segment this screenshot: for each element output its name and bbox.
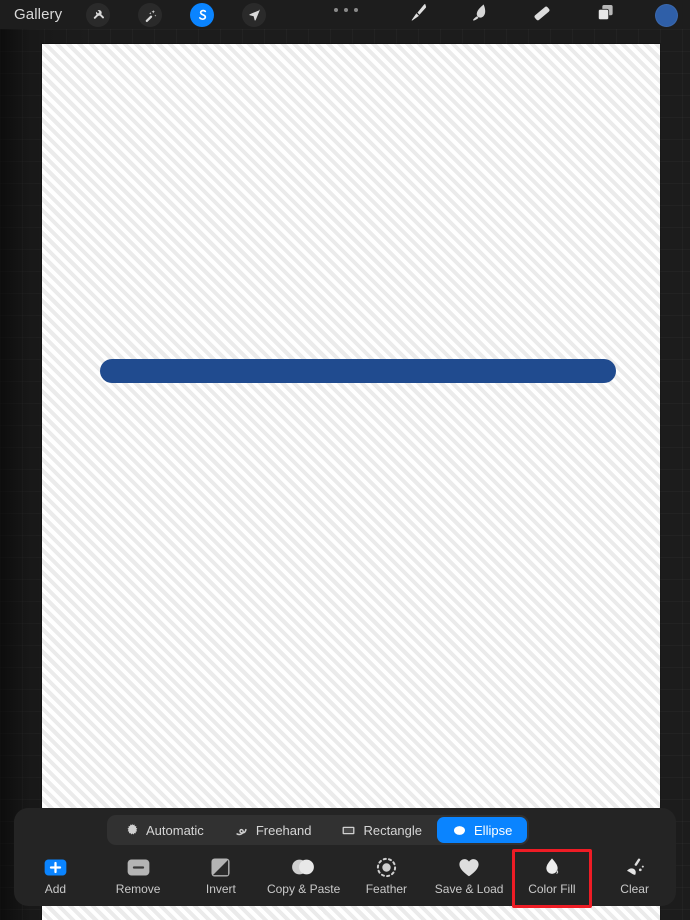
minus-square-icon xyxy=(125,856,151,878)
paint-drop-icon xyxy=(539,856,565,878)
action-invert-label: Invert xyxy=(205,882,236,896)
selection-mode-rectangle[interactable]: Rectangle xyxy=(326,817,437,843)
actions-tool-button[interactable] xyxy=(86,3,110,27)
action-color-fill-label: Color Fill xyxy=(528,882,576,896)
action-color-fill[interactable]: Color Fill xyxy=(511,849,594,908)
paint-tool-button[interactable] xyxy=(404,2,432,28)
eraser-icon xyxy=(531,2,553,29)
rectangle-icon xyxy=(341,823,356,838)
layers-button[interactable] xyxy=(591,2,619,28)
smudge-tool-button[interactable] xyxy=(466,2,494,28)
selection-actions-row: Add Remove Invert Copy & Paste Feather S… xyxy=(14,849,676,908)
selection-mode-rectangle-label: Rectangle xyxy=(363,822,423,838)
gallery-button[interactable]: Gallery xyxy=(14,5,62,24)
dot xyxy=(344,8,348,12)
ellipse-icon xyxy=(452,823,467,838)
action-add-label: Add xyxy=(44,882,67,896)
layers-icon xyxy=(596,3,615,27)
drawing-canvas[interactable] xyxy=(42,44,660,920)
more-dots-icon[interactable] xyxy=(334,5,358,15)
arrow-cursor-icon xyxy=(247,8,262,23)
blue-stroke-shape xyxy=(100,359,616,383)
selection-mode-automatic[interactable]: Automatic xyxy=(109,817,219,843)
selection-mode-freehand-label: Freehand xyxy=(255,822,312,838)
dotted-circle-icon xyxy=(373,856,399,878)
action-clear[interactable]: Clear xyxy=(593,853,676,903)
action-add[interactable]: Add xyxy=(14,853,97,903)
transform-tool-button[interactable] xyxy=(242,3,266,27)
action-save-load[interactable]: Save & Load xyxy=(428,853,511,903)
heart-icon xyxy=(456,856,482,878)
s-curve-icon xyxy=(195,8,210,23)
action-save-load-label: Save & Load xyxy=(434,882,504,896)
action-invert[interactable]: Invert xyxy=(180,853,263,903)
action-remove-label: Remove xyxy=(115,882,161,896)
selection-mode-freehand[interactable]: Freehand xyxy=(219,817,327,843)
action-feather-label: Feather xyxy=(365,882,408,896)
selection-mode-automatic-label: Automatic xyxy=(146,822,204,838)
invert-square-icon xyxy=(208,856,234,878)
wrench-icon xyxy=(91,8,105,22)
dot xyxy=(334,8,338,12)
freehand-icon xyxy=(234,823,249,838)
action-copy-paste-label: Copy & Paste xyxy=(266,882,341,896)
selection-mode-ellipse-label: Ellipse xyxy=(474,822,513,838)
broom-icon xyxy=(622,856,648,878)
erase-tool-button[interactable] xyxy=(528,2,556,28)
action-copy-paste[interactable]: Copy & Paste xyxy=(262,853,345,903)
smudge-icon xyxy=(469,2,491,29)
magic-wand-icon xyxy=(143,8,158,23)
brush-icon xyxy=(408,2,429,28)
burst-icon xyxy=(124,823,139,838)
top-toolbar: Gallery xyxy=(0,0,690,29)
dot xyxy=(354,8,358,12)
plus-square-icon xyxy=(42,856,68,878)
selection-mode-segmented-control: Automatic Freehand Rectangle Ellipse xyxy=(107,815,530,845)
action-clear-label: Clear xyxy=(620,882,649,896)
selection-options-panel: Automatic Freehand Rectangle Ellipse Add… xyxy=(14,808,676,908)
selection-mode-ellipse[interactable]: Ellipse xyxy=(437,817,528,843)
action-feather[interactable]: Feather xyxy=(345,853,428,903)
action-remove[interactable]: Remove xyxy=(97,853,180,903)
selection-tool-button[interactable] xyxy=(190,3,214,27)
procreate-app-window: Gallery Automatic Freehand Rectangle Ell… xyxy=(0,0,690,920)
overlapping-circles-icon xyxy=(291,856,317,878)
adjustments-tool-button[interactable] xyxy=(138,3,162,27)
color-swatch-button[interactable] xyxy=(655,4,678,27)
